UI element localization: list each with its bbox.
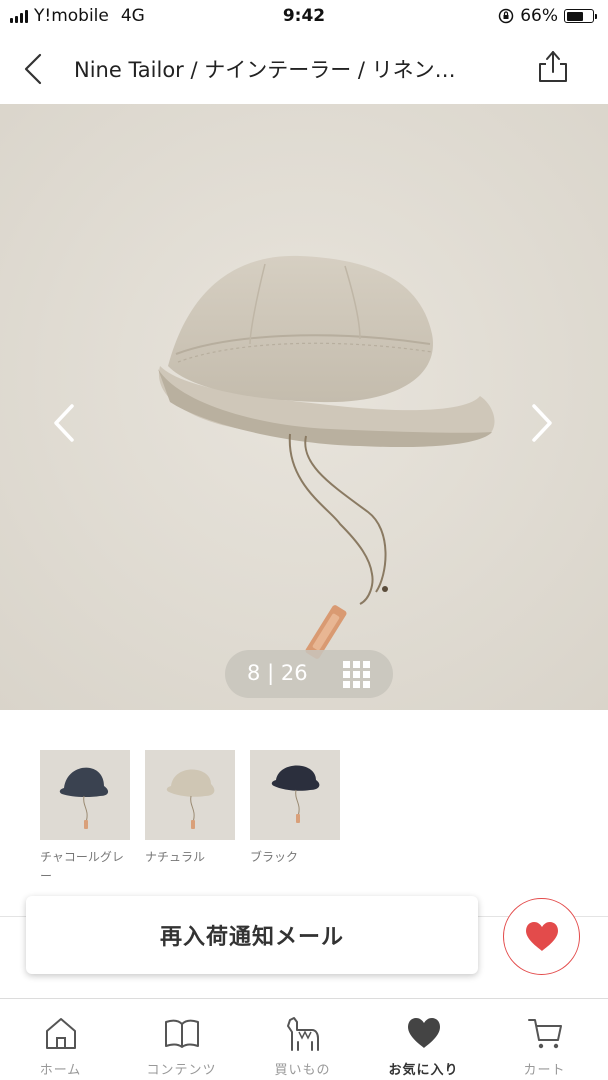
tab-label: ホーム — [39, 1063, 82, 1078]
tab-label: 買いもの — [274, 1063, 331, 1078]
hat-thumbnail-icon — [250, 750, 340, 840]
book-icon — [165, 1019, 199, 1048]
nav-header: Nine Tailor / ナインテーラー / リネン… — [0, 34, 608, 104]
color-variants: チャコールグレー ナチュラル ブラック — [0, 710, 608, 900]
product-gallery[interactable]: 8 | 26 — [0, 104, 608, 710]
tab-label: カート — [523, 1063, 566, 1078]
variant-charcoal-gray[interactable]: チャコールグレー — [40, 750, 132, 886]
cart-icon — [528, 1019, 562, 1049]
heart-icon — [526, 922, 558, 951]
tab-shopping[interactable]: 買いもの — [242, 999, 363, 1080]
page-title: Nine Tailor / ナインテーラー / リネン… — [74, 58, 456, 82]
chevron-left-icon — [54, 404, 74, 442]
chevron-right-icon — [532, 404, 552, 442]
hat-thumbnail-icon — [40, 750, 130, 840]
bottom-tab-bar: ホーム コンテンツ 買いもの お気に入り カート — [0, 998, 608, 1080]
battery-level — [566, 11, 583, 21]
counter-separator: | — [267, 661, 275, 685]
image-counter[interactable]: 8 | 26 — [225, 650, 393, 698]
back-button[interactable] — [18, 52, 48, 86]
gallery-next-button[interactable] — [526, 400, 556, 446]
grid-icon[interactable] — [343, 661, 370, 688]
product-photo — [0, 104, 608, 710]
tab-label: コンテンツ — [146, 1063, 217, 1078]
battery-icon — [564, 9, 597, 23]
hat-thumbnail-icon — [145, 750, 235, 840]
tab-contents[interactable]: コンテンツ — [121, 999, 242, 1080]
tab-home[interactable]: ホーム — [0, 999, 121, 1080]
status-bar: Y!mobile 4G 9:42 66% — [0, 0, 608, 34]
variant-label: ナチュラル — [145, 850, 206, 864]
variant-black[interactable]: ブラック — [250, 750, 342, 867]
home-icon — [46, 1018, 76, 1049]
variant-label: ブラック — [250, 850, 299, 864]
share-button[interactable] — [536, 48, 570, 84]
tab-favorites[interactable]: お気に入り — [363, 999, 484, 1080]
image-counter-text: 8 | 26 — [247, 661, 308, 685]
tab-cart[interactable]: カート — [484, 999, 605, 1080]
alpaca-icon — [287, 1017, 319, 1051]
tab-label: お気に入り — [388, 1063, 459, 1078]
variant-thumbnail — [145, 750, 235, 840]
variant-label: チャコールグレー — [40, 850, 124, 883]
status-right: 66% — [498, 6, 597, 26]
variant-thumbnail — [40, 750, 130, 840]
battery-percent: 66% — [520, 6, 558, 26]
variant-thumbnail — [250, 750, 340, 840]
gallery-prev-button[interactable] — [50, 400, 80, 446]
chevron-left-icon — [24, 53, 42, 85]
total-images: 26 — [280, 661, 308, 685]
orientation-lock-icon — [498, 8, 514, 24]
heart-icon — [408, 1018, 440, 1048]
share-icon — [539, 51, 567, 82]
restock-notify-button[interactable]: 再入荷通知メール — [26, 896, 478, 974]
variant-natural[interactable]: ナチュラル — [145, 750, 237, 867]
favorite-button[interactable] — [503, 898, 580, 975]
current-image-index: 8 — [247, 661, 261, 685]
